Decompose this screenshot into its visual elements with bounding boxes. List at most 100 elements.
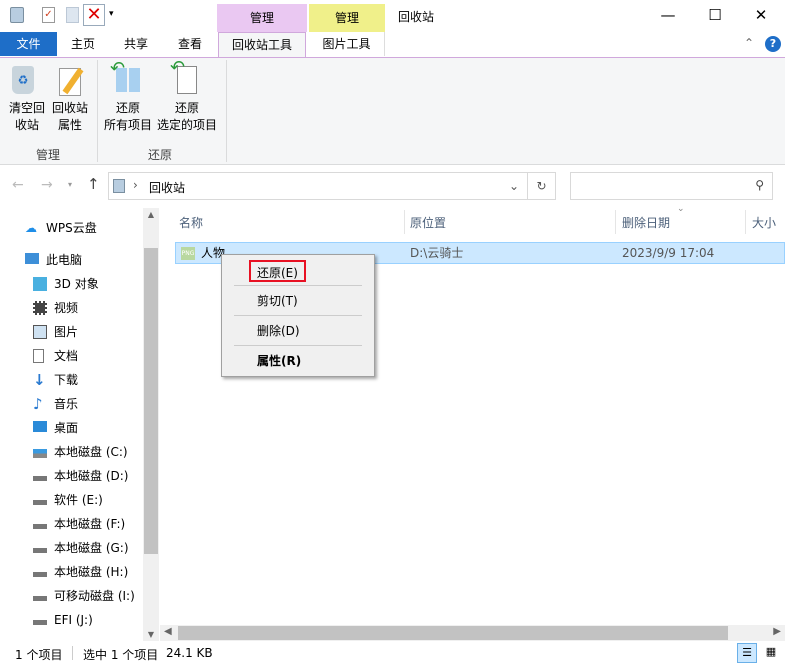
menu-item-properties[interactable]: 属性(R) — [257, 350, 301, 372]
details-view-button[interactable]: ☰ — [737, 643, 757, 663]
sidebar-item-drive-i[interactable]: 可移动磁盘 (I:) — [0, 584, 143, 608]
empty-recycle-bin-icon: ♻ — [12, 66, 34, 94]
horizontal-scrollbar[interactable]: ◀ ▶ — [160, 625, 785, 641]
label: 本地磁盘 (D:) — [54, 469, 129, 483]
label: 收站 — [14, 118, 39, 132]
column-divider[interactable] — [745, 210, 746, 234]
address-bar[interactable]: › 回收站 ⌄ — [108, 172, 528, 200]
breadcrumb-recycle-bin[interactable]: 回收站 — [149, 179, 185, 196]
column-header-date-deleted[interactable]: 删除日期 — [622, 212, 670, 234]
sidebar-item-pictures[interactable]: 图片 — [0, 320, 143, 344]
back-button[interactable]: ← — [12, 177, 24, 193]
recent-locations-icon[interactable]: ▾ — [68, 180, 72, 189]
column-header-location[interactable]: 原位置 — [410, 212, 446, 234]
download-icon: ↓ — [33, 371, 46, 389]
label: 桌面 — [54, 421, 79, 435]
menu-item-delete[interactable]: 删除(D) — [257, 320, 300, 342]
breadcrumb-separator-icon: › — [133, 178, 138, 192]
video-icon — [33, 301, 47, 315]
forward-button[interactable]: → — [41, 177, 53, 193]
drive-icon — [33, 524, 47, 529]
sidebar-item-drive-h[interactable]: 本地磁盘 (H:) — [0, 560, 143, 584]
restore-selected-icon: ↶ — [170, 57, 197, 94]
recycle-bin-properties-button[interactable]: 回收站 属性 — [48, 100, 92, 134]
label: 3D 对象 — [54, 277, 99, 291]
scroll-thumb[interactable] — [144, 248, 158, 554]
collapse-ribbon-icon[interactable]: ⌃ — [744, 36, 754, 50]
search-input[interactable]: ⚲ — [570, 172, 773, 200]
sidebar-item-drive-f[interactable]: 本地磁盘 (F:) — [0, 512, 143, 536]
status-selected: 选中 1 个项目 — [83, 648, 159, 662]
properties-icon[interactable]: ✓ — [42, 7, 55, 23]
label: 软件 (E:) — [54, 493, 103, 507]
search-icon: ⚲ — [755, 178, 764, 192]
large-icons-view-button[interactable]: ▦ — [761, 643, 781, 663]
new-folder-icon[interactable] — [66, 7, 79, 23]
sidebar-item-3d-objects[interactable]: 3D 对象 — [0, 272, 143, 296]
picture-icon — [33, 325, 47, 339]
scroll-right-icon[interactable]: ▶ — [773, 626, 781, 637]
maximize-button[interactable]: ☐ — [692, 0, 738, 30]
refresh-button[interactable]: ↻ — [528, 172, 556, 200]
ribbon: ♻ 清空回 收站 回收站 属性 管理 ↶ 还原 所有项目 ↶ 还原 选定的项目 还原 — [0, 57, 785, 165]
sidebar-item-drive-e[interactable]: 软件 (E:) — [0, 488, 143, 512]
label: 所有项目 — [103, 118, 152, 132]
menu-separator — [234, 285, 362, 286]
drive-icon — [33, 620, 47, 625]
scroll-down-icon[interactable]: ▼ — [143, 630, 159, 639]
drive-icon — [33, 548, 47, 553]
column-header-name[interactable]: 名称 — [179, 212, 203, 234]
sidebar-item-drive-j[interactable]: EFI (J:) — [0, 608, 143, 632]
status-divider — [72, 646, 73, 660]
tab-share[interactable]: 共享 — [109, 32, 163, 56]
sidebar-item-drive-c[interactable]: 本地磁盘 (C:) — [0, 440, 143, 464]
column-divider[interactable] — [404, 210, 405, 234]
sidebar-item-this-pc[interactable]: 此电脑 — [0, 248, 143, 272]
sidebar-item-downloads[interactable]: ↓ 下载 — [0, 368, 143, 392]
label: 音乐 — [54, 397, 79, 411]
file-original-location: D:\云骑士 — [410, 246, 464, 260]
sidebar-item-music[interactable]: ♪ 音乐 — [0, 392, 143, 416]
sidebar-item-drive-d[interactable]: 本地磁盘 (D:) — [0, 464, 143, 488]
cloud-icon: ☁ — [25, 221, 37, 235]
restore-all-items-button[interactable]: 还原 所有项目 — [102, 100, 154, 134]
tab-recycle-bin-tools[interactable]: 回收站工具 — [218, 32, 306, 58]
address-dropdown-icon[interactable]: ⌄ — [509, 179, 519, 193]
scroll-up-icon[interactable]: ▲ — [143, 210, 159, 219]
menu-item-cut[interactable]: 剪切(T) — [257, 290, 298, 312]
label: 视频 — [54, 301, 79, 315]
menu-item-restore[interactable]: 还原(E) — [249, 260, 306, 282]
label: 本地磁盘 (G:) — [54, 541, 129, 555]
music-icon: ♪ — [33, 395, 43, 413]
sidebar-scrollbar[interactable]: ▲ ▼ — [143, 208, 159, 641]
tab-picture-tools[interactable]: 图片工具 — [309, 32, 385, 56]
customize-qat-icon[interactable]: ▾ — [109, 9, 114, 19]
tab-file[interactable]: 文件 — [0, 32, 57, 56]
up-button[interactable]: ↑ — [87, 175, 100, 193]
column-header-size[interactable]: 大小 — [752, 212, 776, 234]
help-icon[interactable]: ? — [765, 36, 781, 52]
close-button[interactable]: ✕ — [738, 0, 784, 30]
column-divider[interactable] — [615, 210, 616, 234]
properties-icon — [59, 67, 84, 96]
sidebar-item-documents[interactable]: 文档 — [0, 344, 143, 368]
label: 本地磁盘 (H:) — [54, 565, 129, 579]
label: 本地磁盘 (C:) — [54, 445, 128, 459]
png-file-icon: PNG — [181, 247, 195, 260]
sidebar-item-videos[interactable]: 视频 — [0, 296, 143, 320]
restore-selected-items-button[interactable]: 还原 选定的项目 — [155, 100, 219, 134]
menu-separator — [234, 345, 362, 346]
sidebar-item-desktop[interactable]: 桌面 — [0, 416, 143, 440]
context-menu: 还原(E) 剪切(T) 删除(D) 属性(R) — [221, 254, 375, 377]
scroll-left-icon[interactable]: ◀ — [164, 626, 172, 637]
sidebar-item-drive-g[interactable]: 本地磁盘 (G:) — [0, 536, 143, 560]
window-title: 回收站 — [398, 10, 435, 24]
cube-icon — [33, 277, 47, 291]
tab-home[interactable]: 主页 — [57, 32, 109, 56]
empty-recycle-bin-button[interactable]: 清空回 收站 — [4, 100, 50, 134]
minimize-button[interactable]: — — [645, 0, 691, 30]
sidebar-item-wps-cloud[interactable]: ☁ WPS云盘 — [0, 216, 143, 240]
delete-icon[interactable]: ✕ — [83, 4, 105, 26]
tab-view[interactable]: 查看 — [163, 32, 217, 56]
scroll-thumb[interactable] — [178, 626, 728, 640]
